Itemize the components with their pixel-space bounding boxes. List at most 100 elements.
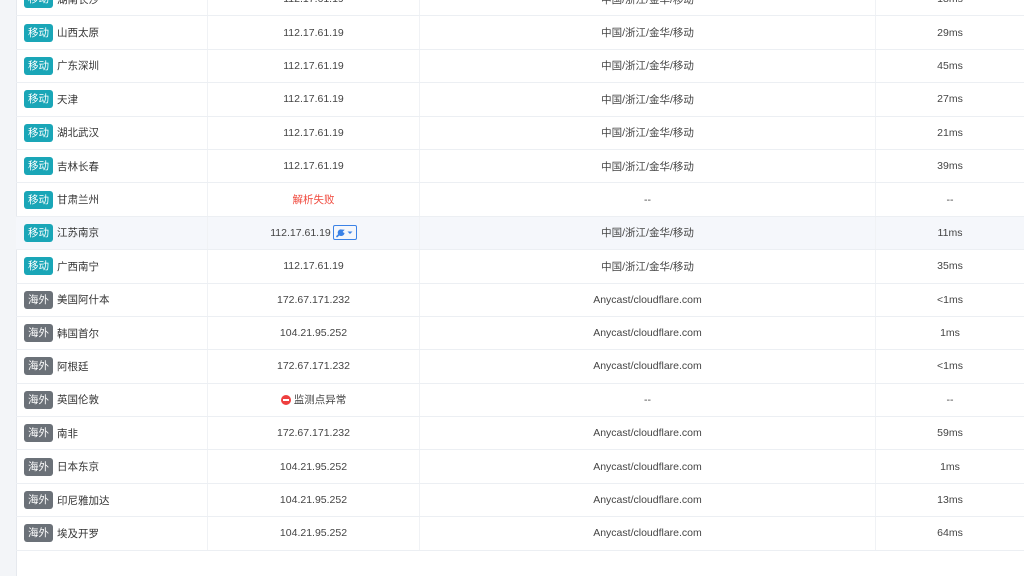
table-row: 海外 阿根廷 172.67.171.232 Anycast/cloudflare.co… — [16, 350, 1024, 384]
ip-address: 112.17.61.19 — [283, 93, 344, 106]
table-row: 海外 英国伦敦 监测点异常 -- -- — [16, 383, 1024, 418]
mobile-tag: 移动 — [24, 0, 53, 9]
ip-address: 112.17.61.19 — [283, 26, 344, 39]
table-row: 移动湖南长沙 112.17.61.19 中国/浙江/金华/移动 18ms — [16, 0, 1024, 17]
response-time: <1ms — [937, 360, 963, 373]
location-cell: -- — [420, 383, 876, 417]
ip-location: Anycast/cloudflare.com — [593, 427, 702, 440]
table-row: 海外 南非 172.67.171.232 Anycast/cloudflare.com… — [16, 417, 1024, 451]
overseas-tag: 海外 — [24, 491, 53, 510]
ip-location: 中国/浙江/金华/移动 — [601, 60, 694, 73]
table-row: 移动 甘肃兰州 解析失败 -- -- — [16, 183, 1024, 217]
ip-status-text: 解析失败 — [292, 194, 335, 207]
response-time-cell: -- — [876, 384, 1024, 416]
mobile-tag: 移动 — [24, 56, 53, 75]
ip-address: 112.17.61.19 — [270, 226, 331, 239]
ip-location: Anycast/cloudflare.com — [593, 494, 702, 507]
table-row: 移动 天津 112.17.61.19 中国/浙江/金华/移动 27ms — [16, 83, 1024, 117]
response-time-cell: 64ms — [876, 517, 1024, 549]
ip-address: 172.67.171.232 — [277, 293, 350, 306]
ip-address: 172.67.171.232 — [277, 427, 350, 440]
node-cell: 移动湖南长沙 — [16, 0, 208, 16]
overseas-tag: 海外 — [24, 457, 53, 476]
node-cell: 海外 南非 — [16, 417, 208, 450]
node-name: 天津 — [57, 93, 78, 106]
ip-location: 中国/浙江/金华/移动 — [601, 127, 694, 140]
location-cell: 中国/浙江/金华/移动 — [420, 250, 876, 283]
response-time: 35ms — [937, 260, 963, 273]
ip-address: 112.17.61.19 — [283, 160, 344, 173]
ip-cell: 112.17.61.19 — [208, 149, 420, 183]
response-time: 11ms — [937, 226, 963, 239]
response-time: 64ms — [937, 527, 963, 540]
node-name: 英国伦敦 — [57, 394, 99, 407]
ip-cell: 112.17.61.19 — [208, 250, 420, 283]
node-name: 印尼雅加达 — [57, 494, 110, 507]
node-name: 湖南长沙 — [57, 0, 99, 7]
node-name: 江苏南京 — [57, 227, 99, 240]
ip-address: 112.17.61.19 — [283, 0, 344, 5]
results-page: 移动湖南长沙112.17.61.19中国/浙江/金华/移动18ms移动山西太原1… — [0, 0, 1024, 576]
ip-cell: 112.17.61.19 — [208, 216, 420, 250]
ip-location: Anycast/cloudflare.com — [593, 327, 702, 340]
node-cell: 海外 埃及开罗 — [16, 517, 208, 550]
node-cell: 移动 湖北武汉 — [16, 116, 208, 149]
ip-location: 中国/浙江/金华/移动 — [601, 27, 694, 40]
response-time: 27ms — [937, 93, 963, 106]
table-row: 海外 印尼雅加达 104.21.95.252 Anycast/cloudflare.c… — [16, 483, 1024, 518]
minus-circle-icon — [280, 394, 291, 405]
ip-cell: 112.17.61.19 — [208, 49, 420, 83]
node-cell: 海外 日本东京 — [16, 450, 208, 483]
response-time-cell: 45ms — [876, 50, 1024, 82]
ip-cell: 解析失败 — [208, 183, 420, 216]
mobile-tag: 移动 — [24, 223, 53, 242]
node-name: 美国阿什本 — [57, 294, 110, 307]
response-time: 18ms — [937, 0, 963, 5]
node-cell: 移动 广西南宁 — [16, 250, 208, 283]
node-name: 山西太原 — [57, 27, 99, 40]
ip-location: 中国/浙江/金华/移动 — [601, 160, 694, 173]
ip-address: 104.21.95.252 — [279, 527, 348, 540]
mobile-tag: 移动 — [24, 157, 53, 176]
ip-location: Anycast/cloudflare.com — [593, 527, 702, 540]
response-time-cell: 35ms — [876, 250, 1024, 282]
ip-address: 112.17.61.19 — [283, 59, 344, 72]
ip-address: 172.67.171.232 — [277, 360, 350, 373]
response-time: 29ms — [937, 26, 963, 39]
response-time: 1ms — [940, 327, 960, 340]
ip-cell: 112.17.61.19 — [208, 116, 420, 149]
table-row: 海外 埃及开罗 104.21.95.252 Anycast/cloudflare.co… — [16, 517, 1024, 551]
response-time-cell: 18ms — [876, 0, 1024, 15]
location-cell: 中国/浙江/金华/移动 — [420, 216, 876, 250]
response-time: 59ms — [937, 427, 963, 440]
location-cell: 中国/浙江/金华/移动 — [420, 83, 876, 116]
overseas-tag: 海外 — [24, 390, 53, 409]
mobile-tag: 移动 — [24, 257, 53, 276]
table-row: 海外 韩国首尔 104.21.95.252 Anycast/cloudflare.co… — [16, 316, 1024, 351]
mobile-tag: 移动 — [24, 123, 53, 142]
response-time-cell: <1ms — [876, 350, 1024, 382]
response-time-cell: 21ms — [876, 117, 1024, 149]
table-row: 移动 广西南宁 112.17.61.19 中国/浙江/金华/移动 35ms — [16, 250, 1024, 284]
ip-cell: 104.21.95.252 — [208, 483, 420, 517]
overseas-tag: 海外 — [24, 357, 53, 376]
ip-cell: 172.67.171.232 — [208, 283, 420, 316]
location-cell: 中国/浙江/金华/移动 — [420, 49, 876, 83]
node-name: 日本东京 — [57, 461, 99, 474]
response-time: -- — [946, 193, 954, 206]
ip-cell: 112.17.61.19 — [208, 83, 420, 116]
node-cell: 海外 美国阿什本 — [16, 283, 208, 316]
results-table: 移动湖南长沙112.17.61.19中国/浙江/金华/移动18ms移动山西太原1… — [16, 0, 1024, 551]
ip-cell: 112.17.61.19 — [208, 16, 420, 49]
ip-location: Anycast/cloudflare.com — [593, 460, 702, 473]
location-cell: Anycast/cloudflare.com — [420, 316, 876, 350]
ip-address: 104.21.95.252 — [279, 327, 348, 340]
node-name: 韩国首尔 — [57, 327, 99, 340]
ip-location: Anycast/cloudflare.com — [593, 360, 702, 373]
response-time: 39ms — [937, 160, 963, 173]
ip-cell: 104.21.95.252 — [208, 517, 420, 550]
node-name: 吉林长春 — [57, 160, 99, 173]
mobile-tag: 移动 — [24, 190, 53, 209]
ip-cell: 172.67.171.232 — [208, 417, 420, 450]
ip-tools-button[interactable] — [332, 225, 357, 241]
